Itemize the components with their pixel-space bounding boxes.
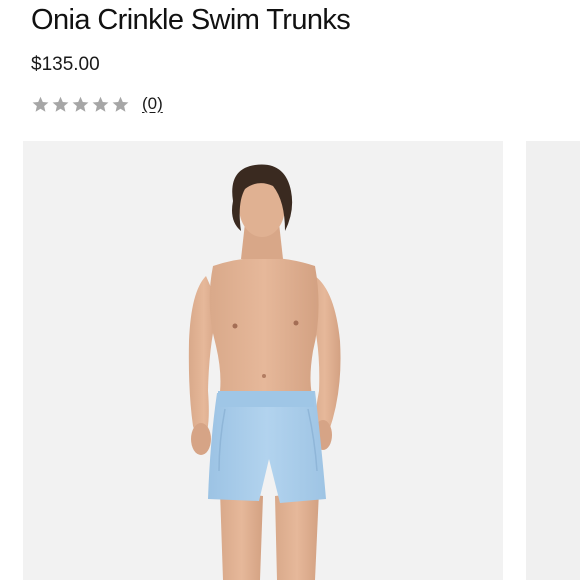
product-image-next[interactable] xyxy=(526,141,580,580)
star-icon xyxy=(111,95,130,114)
product-image-carousel[interactable] xyxy=(0,141,580,580)
rating-row: (0) xyxy=(31,91,163,117)
star-icon xyxy=(31,95,50,114)
product-price: $135.00 xyxy=(31,54,100,75)
product-title: Onia Crinkle Swim Trunks xyxy=(31,4,351,36)
star-rating xyxy=(31,95,130,114)
review-count-link[interactable]: (0) xyxy=(142,94,163,114)
star-icon xyxy=(51,95,70,114)
model-photo xyxy=(23,141,503,580)
product-image-main[interactable] xyxy=(23,141,503,580)
star-icon xyxy=(71,95,90,114)
star-icon xyxy=(91,95,110,114)
